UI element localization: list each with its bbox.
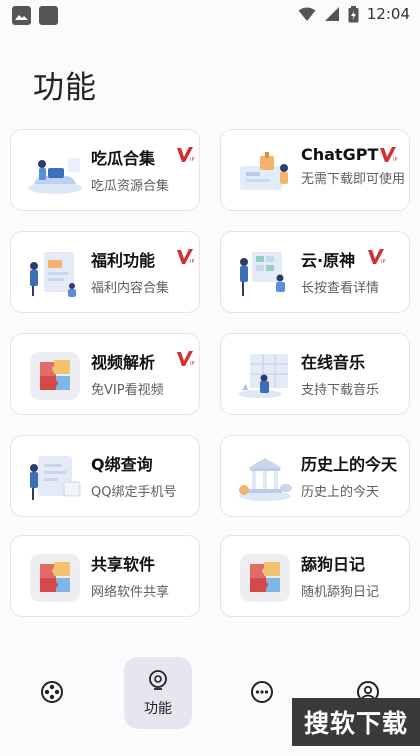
watermark-logo: 搜软下载 [292, 698, 420, 746]
chatgpt-illustration-icon [240, 152, 288, 190]
card-subtitle: 无需下载即可使用 [301, 172, 406, 187]
film-reel-icon [41, 681, 63, 703]
card-history-today[interactable]: 历史上的今天 历史上的今天 [220, 435, 410, 517]
page-title: 功能 [33, 70, 97, 106]
more-icon [251, 681, 273, 703]
status-time: 12:04 [366, 5, 410, 23]
card-subtitle: 网络软件共享 [91, 585, 170, 600]
card-title: 福利功能 [91, 251, 156, 270]
card-title: 共享软件 [91, 555, 156, 574]
svg-text:IP: IP [190, 157, 195, 163]
card-subtitle: 随机舔狗日记 [301, 585, 380, 600]
tab-home[interactable] [34, 680, 70, 756]
fuli-illustration-icon [30, 252, 76, 297]
tab-more[interactable] [248, 680, 276, 756]
svg-text:IP: IP [190, 361, 195, 367]
card-subtitle: 支持下载音乐 [301, 383, 380, 398]
wifi-icon [298, 7, 316, 21]
vip-badge-icon: IP [380, 147, 398, 163]
card-title: 云·原神 [301, 251, 356, 270]
yuanshen-illustration-icon [240, 252, 285, 296]
chigua-illustration-icon [28, 158, 82, 194]
vip-badge-icon: IP [177, 249, 195, 265]
card-title: ChatGPT [301, 145, 379, 164]
puzzle-illustration-icon [30, 554, 80, 602]
card-chatgpt[interactable]: ChatGPT IP 无需下载即可使用 [220, 129, 410, 211]
card-subtitle: 历史上的今天 [301, 485, 380, 500]
battery-icon [348, 5, 359, 22]
status-bar: 12:04 [0, 0, 420, 30]
card-yuanshen[interactable]: 云·原神 IP 长按查看详情 [220, 231, 410, 313]
music-illustration-icon [238, 354, 288, 398]
qbind-illustration-icon [30, 456, 81, 500]
card-qbind[interactable]: Q绑查询 QQ绑定手机号 [10, 435, 200, 517]
svg-text:IP: IP [393, 157, 398, 163]
puzzle-illustration-icon [240, 554, 290, 602]
card-title: Q绑查询 [91, 455, 153, 474]
tab-features-label: 功能 [144, 701, 172, 717]
card-tiangou-diary[interactable]: 舔狗日记 随机舔狗日记 [220, 535, 410, 617]
card-subtitle: 免VIP看视频 [91, 383, 164, 398]
app-notification-icon [39, 6, 58, 25]
card-video-parse[interactable]: 视频解析 IP 免VIP看视频 [10, 333, 200, 415]
card-title: 历史上的今天 [301, 455, 398, 474]
signal-icon [324, 7, 339, 21]
bulb-icon [149, 670, 167, 690]
bank-illustration-icon [239, 458, 292, 501]
vip-badge-icon: IP [177, 147, 195, 163]
image-notification-icon [12, 6, 31, 25]
card-title: 在线音乐 [301, 353, 366, 372]
card-subtitle: 长按查看详情 [301, 281, 380, 296]
card-title: 舔狗日记 [301, 555, 366, 574]
puzzle-illustration-icon [30, 352, 80, 400]
tab-features[interactable]: 功能 [124, 668, 192, 744]
card-music[interactable]: 在线音乐 支持下载音乐 [220, 333, 410, 415]
card-chigua[interactable]: 吃瓜合集 IP 吃瓜资源合集 [10, 129, 200, 211]
card-fuli[interactable]: 福利功能 IP 福利内容合集 [10, 231, 200, 313]
card-subtitle: 福利内容合集 [91, 281, 170, 296]
card-subtitle: QQ绑定手机号 [91, 485, 177, 500]
card-title: 吃瓜合集 [91, 149, 156, 168]
card-share-software[interactable]: 共享软件 网络软件共享 [10, 535, 200, 617]
card-title: 视频解析 [91, 353, 156, 372]
svg-text:IP: IP [190, 259, 195, 265]
card-subtitle: 吃瓜资源合集 [91, 179, 170, 194]
svg-text:IP: IP [381, 259, 386, 265]
vip-badge-icon: IP [177, 351, 195, 367]
vip-badge-icon: IP [368, 249, 386, 265]
